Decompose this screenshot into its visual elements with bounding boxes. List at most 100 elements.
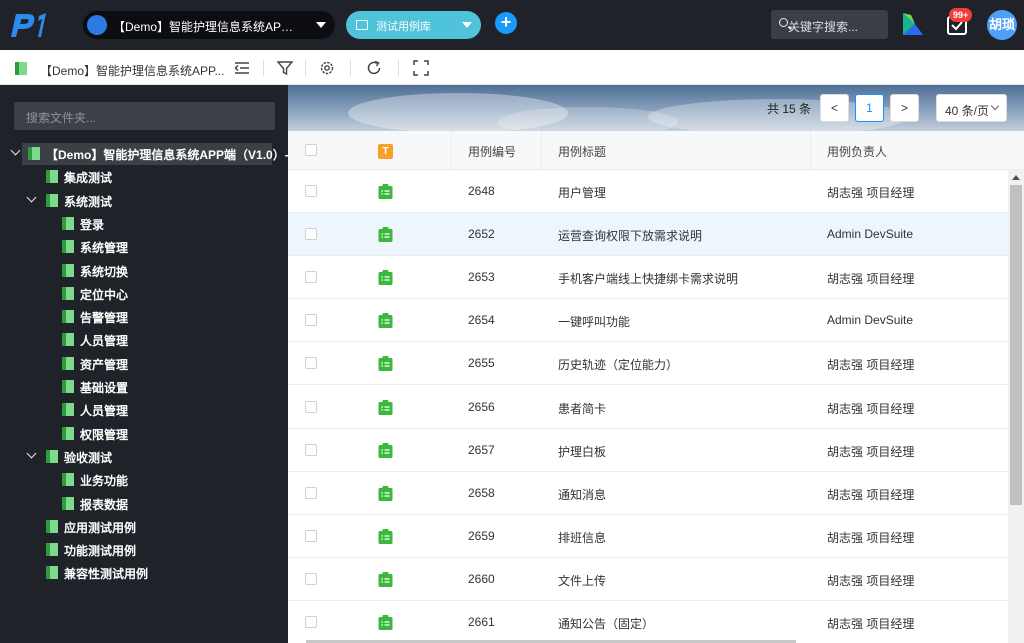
chevron-down-icon[interactable] [26,448,37,459]
tree-folder-item[interactable]: 业务功能 [0,469,288,489]
table-row[interactable]: 2653 手机客户端线上快捷绑卡需求说明 胡志强 项目经理 [288,256,1008,300]
tree-folder-item[interactable]: 报表数据 [0,493,288,513]
folder-book-icon [62,263,74,277]
tree-folder-item[interactable]: 功能测试用例 [0,539,288,559]
row-checkbox[interactable] [305,443,317,456]
folder-book-icon [28,147,40,160]
table-row[interactable]: 2648 用户管理 胡志强 项目经理 [288,170,1008,213]
tree-folder-item[interactable]: 登录 [0,213,288,233]
tree-folder-item[interactable]: 告警管理 [0,306,288,326]
case-id: 2657 [468,442,495,457]
case-title[interactable]: 历史轨迹（定位能力） [558,356,678,373]
tree-folder-item[interactable]: 应用测试用例 [0,516,288,536]
user-avatar[interactable]: 胡琐 [987,10,1017,40]
case-owner: 胡志强 项目经理 [827,186,915,200]
library-select[interactable]: 测试用例库 [346,11,481,39]
project-select[interactable]: 【Demo】智能护理信息系统APP端（V1.0） [83,11,335,39]
tree-folder-item[interactable]: 系统管理 [0,236,288,256]
toolbar-divider [263,60,264,76]
row-checkbox[interactable] [305,572,317,585]
tree-folder-item[interactable]: 资产管理 [0,353,288,373]
page-number-button[interactable]: 1 [855,94,884,122]
current-folder-title: 【Demo】智能护理信息系统APP... [40,64,225,78]
select-all-checkbox[interactable] [305,144,317,156]
table-row[interactable]: 2657 护理白板 胡志强 项目经理 [288,428,1008,472]
tree-folder-item[interactable]: 集成测试 [0,166,288,186]
table-row[interactable]: 2652 运营查询权限下放需求说明 Admin DevSuite [288,213,1008,257]
refresh-icon[interactable] [365,59,383,77]
page-size-select[interactable]: 40 条/页 [936,94,1007,122]
folder-book-icon [62,310,74,324]
vertical-scroll-thumb[interactable] [1010,185,1022,505]
tree-folder-item[interactable]: 兼容性测试用例 [0,562,288,582]
tree-folder-item[interactable]: 人员管理 [0,399,288,419]
table-row[interactable]: 2659 排班信息 胡志强 项目经理 [288,514,1008,558]
row-checkbox[interactable] [305,400,317,413]
tree-folder-item[interactable]: 系统切换 [0,260,288,280]
row-checkbox[interactable] [305,529,317,542]
tree-folder-item[interactable]: 基础设置 [0,376,288,396]
row-checkbox[interactable] [305,228,317,241]
chevron-down-icon [990,101,1000,111]
chevron-down-icon[interactable] [26,192,37,203]
row-checkbox[interactable] [305,314,317,327]
tree-folder-item[interactable]: 验收测试 [0,446,288,466]
table-row[interactable]: 2661 通知公告（固定） 胡志强 项目经理 [288,601,1008,643]
row-checkbox[interactable] [305,271,317,284]
tree-folder-item[interactable]: 系统测试 [0,190,288,210]
case-title[interactable]: 一键呼叫功能 [558,313,630,330]
test-case-icon [378,571,393,587]
row-checkbox[interactable] [305,486,317,499]
chevron-down-icon[interactable] [10,145,21,156]
case-title[interactable]: 文件上传 [558,572,606,589]
add-button[interactable]: + [495,12,517,34]
case-title[interactable]: 通知公告（固定） [558,615,654,632]
devsuite-brand-icon[interactable] [901,11,925,37]
tree-folder-item[interactable]: 人员管理 [0,329,288,349]
row-checkbox[interactable] [305,185,317,197]
column-header-title[interactable]: 用例标题 [558,143,606,160]
tree-root-folder[interactable]: 【Demo】智能护理信息系统APP端（V1.0）-1 [10,143,295,165]
project-select-label: 【Demo】智能护理信息系统APP端（V1.0） [113,20,299,34]
scroll-up-arrow-icon[interactable] [1012,175,1020,180]
filter-icon[interactable] [276,59,294,77]
row-checkbox[interactable] [305,616,317,628]
case-owner: 胡志强 项目经理 [827,444,915,459]
table-row[interactable]: 2654 一键呼叫功能 Admin DevSuite [288,299,1008,343]
tree-item-label: 系统管理 [80,241,129,256]
case-title[interactable]: 通知消息 [558,486,606,503]
case-title[interactable]: 患者简卡 [558,400,606,417]
table-row[interactable]: 2658 通知消息 胡志强 项目经理 [288,471,1008,515]
case-title[interactable]: 手机客户端线上快捷绑卡需求说明 [558,270,738,287]
column-header-id[interactable]: 用例编号 [468,143,516,160]
collapse-list-icon[interactable] [233,59,251,77]
case-title[interactable]: 排班信息 [558,529,606,546]
test-case-icon [378,313,393,329]
case-id: 2660 [468,571,495,586]
next-page-button[interactable]: > [890,94,919,122]
folder-book-icon [62,496,74,510]
table-body: 2648 用户管理 胡志强 项目经理 2652 运营查询权限下放需求说明 Admin De… [288,170,1008,643]
table-row[interactable]: 2655 历史轨迹（定位能力） 胡志强 项目经理 [288,342,1008,386]
gear-icon[interactable] [318,59,336,77]
tree-folder-item[interactable]: 权限管理 [0,423,288,443]
case-title[interactable]: 用户管理 [558,184,606,201]
table-row[interactable]: 2660 文件上传 胡志强 项目经理 [288,557,1008,601]
case-id: 2658 [468,485,495,500]
tree-item-label: 应用测试用例 [64,520,137,535]
prev-page-button[interactable]: < [820,94,849,122]
keyword-search-input[interactable]: 关键字搜索... [771,10,888,39]
case-owner: 胡志强 项目经理 [827,487,915,502]
folder-search-input[interactable]: 搜索文件夹... [14,102,275,130]
tree-folder-item[interactable]: 定位中心 [0,283,288,303]
case-title[interactable]: 运营查询权限下放需求说明 [558,227,702,244]
table-row[interactable]: 2656 患者简卡 胡志强 项目经理 [288,385,1008,429]
p1-logo[interactable] [8,10,50,40]
fullscreen-icon[interactable] [412,59,430,77]
row-checkbox[interactable] [305,357,317,370]
column-header-owner[interactable]: 用例负责人 [827,143,887,160]
case-id: 2656 [468,399,495,414]
case-title[interactable]: 护理白板 [558,443,606,460]
tree-item-label: 人员管理 [80,334,129,349]
tree-item-label: 功能测试用例 [64,544,137,559]
